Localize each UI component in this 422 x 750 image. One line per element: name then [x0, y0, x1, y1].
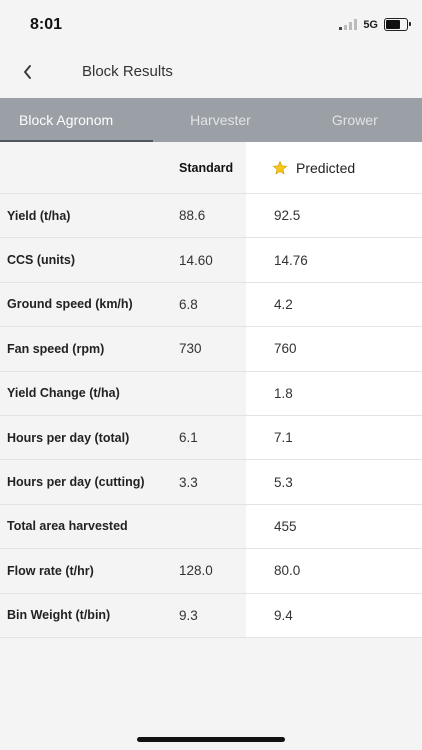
predicted-value: 5.3	[246, 460, 422, 504]
table-row: Hours per day (total) 6.1 7.1	[0, 415, 422, 461]
table-row: Yield (t/ha) 88.6 92.5	[0, 194, 422, 239]
table-row: Bin Weight (t/bin) 9.3 9.4	[0, 593, 422, 638]
tab-grower[interactable]: Grower	[288, 98, 422, 142]
predicted-value: 92.5	[246, 194, 422, 238]
tab-label: Block Agronom	[19, 112, 114, 128]
back-button[interactable]	[14, 58, 42, 86]
predicted-value: 455	[246, 504, 422, 549]
row-label: Yield Change (t/ha)	[0, 371, 173, 415]
standard-value: 9.3	[173, 593, 246, 637]
row-label: Hours per day (total)	[0, 415, 173, 460]
header-empty-cell	[0, 142, 173, 193]
tab-label: Harvester	[190, 112, 251, 128]
table-row: Total area harvested 455	[0, 504, 422, 550]
predicted-value: 7.1	[246, 415, 422, 460]
table-row: Hours per day (cutting) 3.3 5.3	[0, 460, 422, 505]
standard-value	[173, 371, 246, 415]
table-row: Yield Change (t/ha) 1.8	[0, 371, 422, 416]
standard-value	[173, 504, 246, 549]
predicted-value: 4.2	[246, 282, 422, 327]
tab-bar: Block Agronom Harvester Grower	[0, 98, 422, 142]
row-label: CCS (units)	[0, 238, 173, 282]
row-label: Yield (t/ha)	[0, 194, 173, 238]
row-label: Ground speed (km/h)	[0, 282, 173, 327]
standard-value: 6.8	[173, 282, 246, 327]
status-time: 8:01	[30, 16, 63, 33]
row-label: Flow rate (t/hr)	[0, 549, 173, 593]
table-row: Ground speed (km/h) 6.8 4.2	[0, 282, 422, 328]
row-label: Hours per day (cutting)	[0, 460, 173, 504]
standard-value: 128.0	[173, 549, 246, 593]
standard-value: 14.60	[173, 238, 246, 282]
tab-label: Grower	[331, 112, 378, 128]
status-indicators: 5G	[339, 18, 411, 31]
standard-value: 88.6	[173, 194, 246, 238]
standard-value: 6.1	[173, 415, 246, 460]
table-header-row: Standard Predicted	[0, 142, 422, 194]
nav-header: Block Results	[0, 48, 422, 98]
star-icon	[272, 160, 288, 175]
tab-harvester[interactable]: Harvester	[153, 98, 287, 142]
row-label: Total area harvested	[0, 504, 173, 549]
predicted-value: 1.8	[246, 371, 422, 415]
chevron-left-icon	[24, 65, 31, 79]
table-row: Flow rate (t/hr) 128.0 80.0	[0, 549, 422, 594]
results-table: Standard Predicted Yield (t/ha) 88.6 92.…	[0, 142, 422, 638]
page-title: Block Results	[82, 63, 173, 80]
signal-icon	[339, 19, 358, 30]
battery-icon	[384, 18, 411, 31]
standard-value: 3.3	[173, 460, 246, 504]
standard-value: 730	[173, 327, 246, 371]
row-label: Bin Weight (t/bin)	[0, 593, 173, 637]
predicted-header-label: Predicted	[296, 159, 356, 176]
tab-block-agronomist[interactable]: Block Agronom	[0, 98, 154, 142]
predicted-value: 9.4	[246, 593, 422, 637]
network-type: 5G	[363, 18, 378, 31]
status-bar: 8:01 5G	[0, 0, 422, 48]
table-row: Fan speed (rpm) 730 760	[0, 327, 422, 372]
row-label: Fan speed (rpm)	[0, 327, 173, 371]
column-header-standard: Standard	[173, 142, 246, 193]
predicted-value: 760	[246, 327, 422, 371]
predicted-value: 80.0	[246, 549, 422, 593]
table-row: CCS (units) 14.60 14.76	[0, 238, 422, 283]
column-header-predicted: Predicted	[246, 142, 422, 193]
home-indicator[interactable]	[137, 737, 285, 742]
predicted-value: 14.76	[246, 238, 422, 282]
